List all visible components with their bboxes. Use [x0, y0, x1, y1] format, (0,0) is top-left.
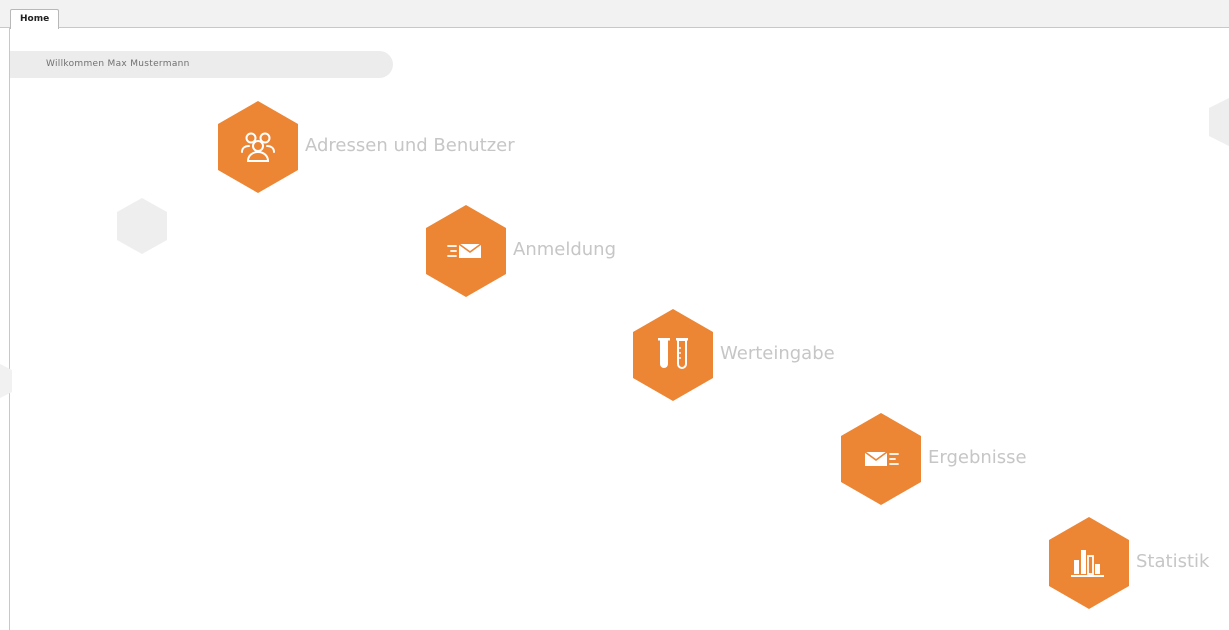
- menu-item-werteingabe[interactable]: Werteingabe: [632, 308, 852, 402]
- menu-item-label: Adressen und Benutzer: [305, 135, 515, 156]
- welcome-banner: Willkommen Max Mustermann: [10, 51, 393, 78]
- menu-item-label: Werteingabe: [720, 343, 835, 364]
- bar-chart-icon: [1071, 550, 1104, 577]
- decorative-hexagon: [1209, 98, 1229, 146]
- users-icon: [241, 132, 275, 162]
- decorative-hexagon: [117, 198, 167, 254]
- menu-item-label: Statistik: [1136, 551, 1210, 572]
- frame-border: [9, 28, 10, 630]
- decorative-hexagon: [0, 364, 12, 398]
- menu-item-anmeldung[interactable]: Anmeldung: [425, 204, 635, 298]
- menu-item-label: Ergebnisse: [928, 447, 1027, 468]
- mail-send-icon: [447, 243, 482, 258]
- tab-bar: Home: [0, 0, 1229, 29]
- menu-item-label: Anmeldung: [513, 239, 616, 260]
- menu-item-adressen-benutzer[interactable]: Adressen und Benutzer: [217, 100, 537, 194]
- menu-item-ergebnisse[interactable]: Ergebnisse: [840, 412, 1070, 506]
- mail-receive-icon: [864, 451, 899, 466]
- menu-item-statistik[interactable]: Statistik: [1048, 516, 1228, 610]
- test-tubes-icon: [658, 338, 688, 369]
- tab-home[interactable]: Home: [10, 9, 60, 29]
